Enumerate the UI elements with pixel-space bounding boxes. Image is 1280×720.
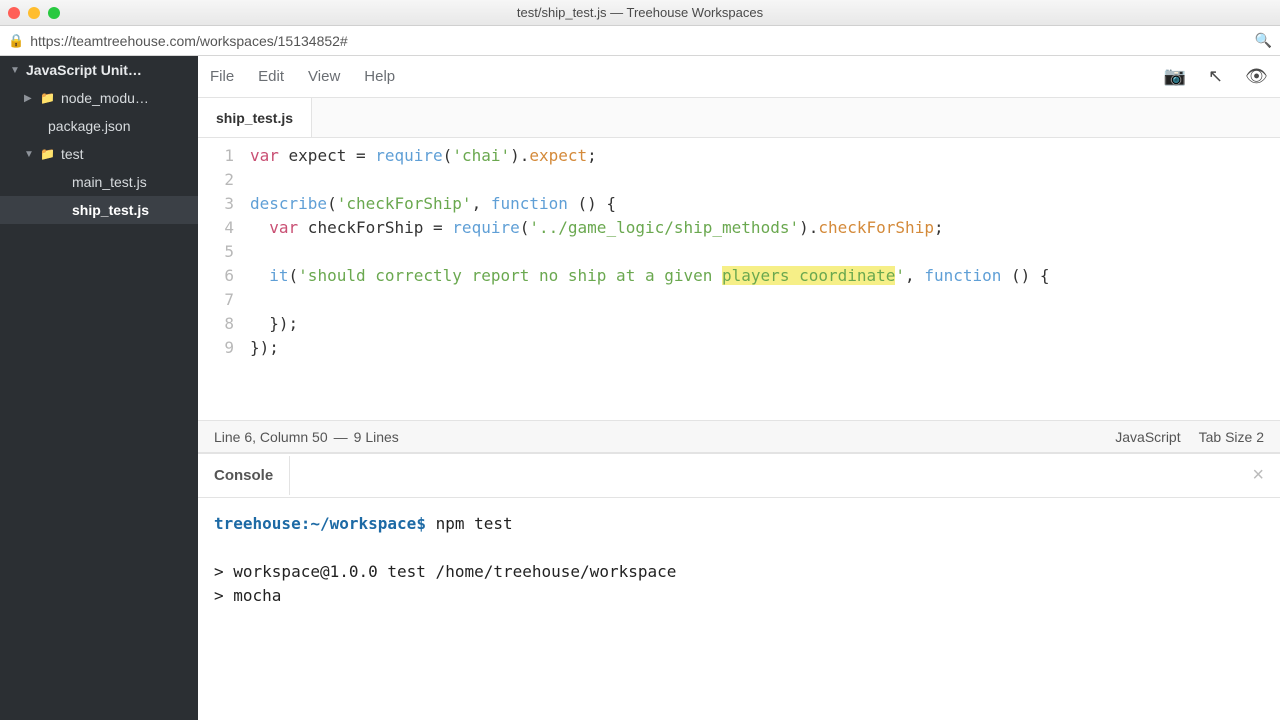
chevron-down-icon: ▼ [24, 149, 34, 160]
tree-item-ship-test[interactable]: ship_test.js [0, 196, 198, 224]
line-number: 6 [198, 264, 234, 288]
maximize-window-button[interactable] [48, 7, 60, 19]
workspace: ▼ JavaScript Unit… ▶ 📁 node_modu… packag… [0, 56, 1280, 720]
editor-statusbar: Line 6, Column 50 — 9 Lines JavaScript T… [198, 420, 1280, 452]
close-window-button[interactable] [8, 7, 20, 19]
line-number: 3 [198, 192, 234, 216]
tree-item-main-test[interactable]: main_test.js [0, 168, 198, 196]
tree-item-package-json[interactable]: package.json [0, 112, 198, 140]
line-number: 9 [198, 336, 234, 360]
cursor-position: Line 6, Column 50 [214, 429, 328, 445]
code-line: describe('checkForShip', function () { [250, 192, 1280, 216]
search-icon[interactable]: 🔍 [1255, 32, 1272, 49]
lock-icon: 🔒 [8, 33, 24, 49]
line-number: 4 [198, 216, 234, 240]
tab-size[interactable]: Tab Size 2 [1199, 429, 1264, 445]
file-tree-sidebar: ▼ JavaScript Unit… ▶ 📁 node_modu… packag… [0, 56, 198, 720]
console-line: > workspace@1.0.0 test /home/treehouse/w… [214, 560, 1264, 584]
code-line: var checkForShip = require('../game_logi… [250, 216, 1280, 240]
menu-edit[interactable]: Edit [258, 68, 284, 85]
line-number: 5 [198, 240, 234, 264]
code-line [250, 288, 1280, 312]
menu-file[interactable]: File [210, 68, 234, 85]
address-bar: 🔒 https://teamtreehouse.com/workspaces/1… [0, 26, 1280, 56]
code-line: it('should correctly report no ship at a… [250, 264, 1280, 288]
window-titlebar: test/ship_test.js — Treehouse Workspaces [0, 0, 1280, 26]
tree-item-node-modules[interactable]: ▶ 📁 node_modu… [0, 84, 198, 112]
menu-help[interactable]: Help [364, 68, 395, 85]
tree-item-label: main_test.js [72, 174, 147, 190]
tab-label: ship_test.js [216, 110, 293, 126]
code-line: }); [250, 336, 1280, 360]
language-mode[interactable]: JavaScript [1115, 429, 1180, 445]
code-line: var expect = require('chai').expect; [250, 144, 1280, 168]
line-gutter: 1 2 3 4 5 6 7 8 9 [198, 144, 246, 420]
eye-icon[interactable]: 👁 [1245, 66, 1268, 87]
editor-tabbar: ship_test.js [198, 98, 1280, 138]
tab-ship-test[interactable]: ship_test.js [198, 98, 312, 137]
chevron-right-icon: ▶ [24, 93, 34, 104]
url-text[interactable]: https://teamtreehouse.com/workspaces/151… [30, 33, 348, 49]
code-line [250, 168, 1280, 192]
main-pane: File Edit View Help 📷 ↖ 👁 ship_test.js 1… [198, 56, 1280, 720]
tree-item-label: ship_test.js [72, 202, 149, 218]
folder-icon: 📁 [40, 147, 55, 161]
menubar: File Edit View Help 📷 ↖ 👁 [198, 56, 1280, 98]
cursor-icon[interactable]: ↖ [1208, 66, 1223, 87]
close-icon[interactable]: × [1252, 464, 1264, 487]
tree-item-label: node_modu… [61, 90, 149, 106]
chevron-down-icon: ▼ [10, 65, 20, 76]
line-number: 2 [198, 168, 234, 192]
console-panel: Console × treehouse:~/workspace$ npm tes… [198, 452, 1280, 720]
window-title: test/ship_test.js — Treehouse Workspaces [517, 5, 763, 20]
console-line: treehouse:~/workspace$ npm test [214, 512, 1264, 536]
console-tab[interactable]: Console [214, 456, 290, 495]
camera-icon[interactable]: 📷 [1164, 66, 1186, 87]
console-line: > mocha [214, 584, 1264, 608]
tree-item-label: package.json [48, 118, 131, 134]
tree-root-label: JavaScript Unit… [26, 62, 142, 78]
code-line [250, 240, 1280, 264]
traffic-lights [8, 7, 60, 19]
line-number: 8 [198, 312, 234, 336]
console-line [214, 536, 1264, 560]
console-body[interactable]: treehouse:~/workspace$ npm test > worksp… [198, 498, 1280, 720]
tree-item-label: test [61, 146, 84, 162]
menubar-actions: 📷 ↖ 👁 [1164, 66, 1268, 87]
code-line: }); [250, 312, 1280, 336]
code-editor[interactable]: 1 2 3 4 5 6 7 8 9 var expect = require('… [198, 138, 1280, 420]
code-body[interactable]: var expect = require('chai').expect; des… [246, 144, 1280, 420]
line-count: 9 Lines [354, 429, 399, 445]
line-number: 7 [198, 288, 234, 312]
minimize-window-button[interactable] [28, 7, 40, 19]
folder-icon: 📁 [40, 91, 55, 105]
menu-view[interactable]: View [308, 68, 340, 85]
console-header: Console × [198, 454, 1280, 498]
line-number: 1 [198, 144, 234, 168]
tree-item-test-folder[interactable]: ▼ 📁 test [0, 140, 198, 168]
tree-root[interactable]: ▼ JavaScript Unit… [0, 56, 198, 84]
